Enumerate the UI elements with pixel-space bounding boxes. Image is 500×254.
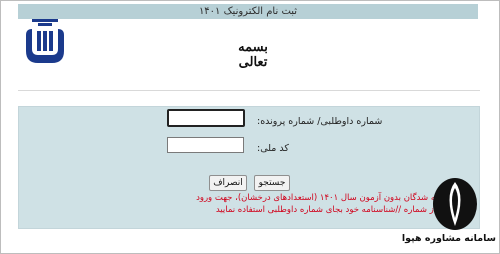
file-number-label: شماره داوطلبی/ شماره پرونده: — [257, 116, 383, 127]
top-banner: ثبت نام الکترونیک ۱۴۰۱ — [18, 4, 478, 19]
bismillah-text: بسمه تعالی — [238, 40, 268, 70]
national-code-input[interactable] — [167, 137, 244, 153]
file-number-input[interactable] — [167, 109, 245, 127]
cancel-button[interactable]: انصراف — [209, 175, 247, 191]
university-logo-icon — [26, 19, 64, 63]
header-divider — [18, 90, 480, 91]
watermark-text: سامانه مشاوره هپوا — [401, 233, 496, 244]
search-button[interactable]: جستجو — [254, 175, 290, 191]
national-code-label: کد ملی: — [257, 143, 289, 154]
